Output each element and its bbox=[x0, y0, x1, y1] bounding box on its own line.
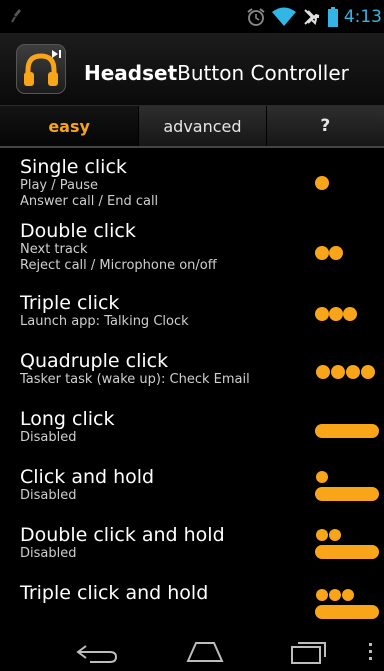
status-icons: 4:13 bbox=[246, 0, 384, 33]
app-header: HeadsetButton Controller bbox=[0, 33, 384, 106]
airplane-mode-icon bbox=[304, 8, 320, 25]
overflow-menu-icon[interactable] bbox=[366, 642, 374, 662]
list-item-triple-click-and-hold[interactable]: Triple click and hold bbox=[0, 574, 384, 632]
list-item-title: Double click bbox=[20, 220, 136, 242]
list-item-double-click-and-hold[interactable]: Double click and hold Disabled bbox=[0, 516, 384, 574]
navigation-bar bbox=[0, 633, 384, 671]
list-item-click-and-hold[interactable]: Click and hold Disabled bbox=[0, 458, 384, 516]
list-item-single-click[interactable]: Single click Play / Pause Answer call / … bbox=[0, 148, 384, 212]
app-title: HeadsetButton Controller bbox=[84, 61, 349, 85]
status-bar: 4:13 bbox=[0, 0, 384, 33]
recent-apps-icon[interactable] bbox=[290, 639, 330, 665]
triple-click-icon bbox=[315, 307, 357, 321]
headset-icon bbox=[24, 50, 61, 86]
tab-bar: easy advanced ? bbox=[0, 106, 384, 148]
single-click-icon bbox=[315, 176, 329, 190]
app-icon[interactable] bbox=[16, 44, 66, 94]
quadruple-click-icon bbox=[316, 365, 375, 379]
back-icon[interactable] bbox=[76, 643, 118, 663]
list-item-double-click[interactable]: Double click Next track Reject call / Mi… bbox=[0, 212, 384, 284]
triple-click-and-hold-icon bbox=[315, 589, 379, 619]
double-click-and-hold-icon bbox=[315, 529, 379, 559]
app-title-bold: Headset bbox=[84, 61, 178, 85]
battery-icon bbox=[327, 6, 338, 27]
click-and-hold-icon bbox=[315, 471, 379, 501]
list-item-triple-click[interactable]: Triple click Launch app: Talking Clock bbox=[0, 284, 384, 342]
tab-help[interactable]: ? bbox=[267, 106, 384, 146]
alarm-icon bbox=[247, 7, 265, 26]
status-clock: 4:13 bbox=[343, 6, 382, 27]
double-click-icon bbox=[315, 246, 343, 260]
tab-advanced[interactable]: advanced bbox=[139, 106, 267, 146]
list-item-subtitle: Answer call / End call bbox=[20, 194, 159, 209]
action-list: Single click Play / Pause Answer call / … bbox=[0, 148, 384, 633]
wifi-icon bbox=[271, 7, 296, 26]
long-click-icon bbox=[315, 424, 379, 438]
tab-easy[interactable]: easy bbox=[0, 106, 140, 146]
usb-icon bbox=[11, 9, 21, 23]
list-item-quadruple-click[interactable]: Quadruple click Tasker task (wake up): C… bbox=[0, 342, 384, 400]
app-title-rest: Button Controller bbox=[177, 61, 349, 85]
list-item-long-click[interactable]: Long click Disabled bbox=[0, 400, 384, 458]
home-icon[interactable] bbox=[184, 639, 226, 663]
